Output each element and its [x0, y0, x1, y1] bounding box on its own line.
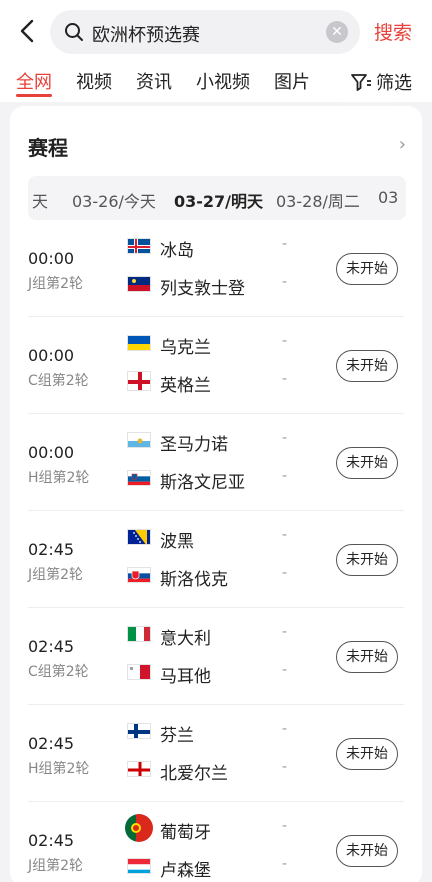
- away-score: -: [282, 856, 288, 872]
- bosnia-flag-icon: [127, 529, 151, 545]
- match-row[interactable]: 02:45 H组第2轮 芬兰 - 北爱尔兰 - 未开始: [10, 705, 422, 802]
- away-team: 英格兰: [160, 376, 211, 396]
- date-item[interactable]: 03-26/今天: [72, 188, 156, 212]
- home-team: 波黑: [160, 532, 194, 552]
- match-time: 00:00: [28, 249, 75, 268]
- filter-button[interactable]: 筛选: [344, 66, 412, 98]
- tab-all[interactable]: 全网: [16, 68, 52, 94]
- filter-label: 筛选: [376, 73, 412, 94]
- date-item[interactable]: 天: [32, 188, 48, 212]
- match-row[interactable]: 02:45 J组第2轮 葡萄牙 - 卢森堡 - 未开始: [10, 802, 422, 882]
- italy-flag-icon: [127, 626, 151, 642]
- home-team: 圣马力诺: [160, 435, 228, 455]
- date-item[interactable]: 03: [378, 188, 398, 207]
- search-box[interactable]: 欧洲杯预选赛 ✕: [50, 10, 360, 54]
- match-row[interactable]: 00:00 H组第2轮 圣马力诺 - 斯洛文尼亚 - 未开始: [10, 414, 422, 511]
- match-row[interactable]: 00:00 C组第2轮 乌克兰 - 英格兰 - 未开始: [10, 317, 422, 414]
- active-tab-indicator: [16, 94, 52, 97]
- schedule-title: 赛程: [28, 136, 68, 160]
- england-flag-icon: [127, 371, 151, 391]
- top-bar: 欧洲杯预选赛 ✕ 搜索: [0, 0, 432, 62]
- home-score: -: [282, 721, 288, 737]
- san-marino-flag-icon: [127, 432, 151, 448]
- match-time: 02:45: [28, 637, 75, 656]
- tab-news[interactable]: 资讯: [136, 68, 172, 94]
- match-time: 00:00: [28, 346, 75, 365]
- slovenia-flag-icon: [127, 470, 151, 486]
- match-status-button[interactable]: 未开始: [336, 641, 398, 673]
- match-status-button[interactable]: 未开始: [336, 350, 398, 382]
- match-round: C组第2轮: [28, 664, 89, 680]
- away-team: 北爱尔兰: [160, 764, 228, 784]
- match-time: 02:45: [28, 831, 75, 850]
- match-status-button[interactable]: 未开始: [336, 835, 398, 867]
- search-input[interactable]: 欧洲杯预选赛: [92, 21, 200, 47]
- away-score: -: [282, 371, 288, 387]
- date-item[interactable]: 03-28/周二: [276, 188, 360, 212]
- home-team: 乌克兰: [160, 338, 211, 358]
- chevron-left-icon: [20, 19, 34, 43]
- home-team: 冰岛: [160, 241, 194, 261]
- malta-flag-icon: [127, 664, 151, 680]
- schedule-card: 赛程 › 天 03-26/今天 03-27/明天 03-28/周二 03 00:…: [10, 106, 422, 882]
- match-status-button[interactable]: 未开始: [336, 253, 398, 285]
- luxembourg-flag-icon: [127, 858, 151, 874]
- match-status-button[interactable]: 未开始: [336, 738, 398, 770]
- match-row[interactable]: 02:45 C组第2轮 意大利 - 马耳他 - 未开始: [10, 608, 422, 705]
- match-status-button[interactable]: 未开始: [336, 544, 398, 576]
- slovakia-flag-icon: [127, 567, 151, 583]
- away-team: 斯洛伐克: [160, 570, 228, 590]
- match-time: 00:00: [28, 443, 75, 462]
- match-time: 02:45: [28, 734, 75, 753]
- ukraine-flag-icon: [127, 335, 151, 351]
- match-round: J组第2轮: [28, 276, 84, 292]
- home-score: -: [282, 624, 288, 640]
- away-score: -: [282, 274, 288, 290]
- portugal-flag-icon: [125, 814, 153, 842]
- filter-icon: [351, 74, 371, 91]
- home-team: 葡萄牙: [160, 823, 211, 843]
- date-selector: 天 03-26/今天 03-27/明天 03-28/周二 03: [28, 176, 406, 220]
- match-row[interactable]: 02:45 J组第2轮 波黑 - 斯洛伐克 - 未开始: [10, 511, 422, 608]
- away-team: 列支敦士登: [160, 279, 245, 299]
- match-round: J组第2轮: [28, 567, 84, 583]
- away-team: 卢森堡: [160, 861, 211, 881]
- tab-video[interactable]: 视频: [76, 68, 112, 94]
- liechtenstein-flag-icon: [127, 276, 151, 292]
- date-item-selected[interactable]: 03-27/明天: [174, 188, 263, 212]
- finland-flag-icon: [127, 723, 151, 739]
- away-score: -: [282, 662, 288, 678]
- home-score: -: [282, 236, 288, 252]
- away-team: 斯洛文尼亚: [160, 473, 245, 493]
- back-button[interactable]: [12, 16, 42, 46]
- search-button[interactable]: 搜索: [374, 18, 412, 45]
- match-round: C组第2轮: [28, 373, 89, 389]
- home-score: -: [282, 527, 288, 543]
- away-score: -: [282, 759, 288, 775]
- home-score: -: [282, 430, 288, 446]
- iceland-flag-icon: [127, 238, 151, 254]
- match-round: J组第2轮: [28, 858, 84, 874]
- away-score: -: [282, 468, 288, 484]
- match-status-button[interactable]: 未开始: [336, 447, 398, 479]
- home-score: -: [282, 333, 288, 349]
- match-round: H组第2轮: [28, 470, 90, 486]
- match-round: H组第2轮: [28, 761, 90, 777]
- tab-short-video[interactable]: 小视频: [196, 68, 250, 94]
- tab-images[interactable]: 图片: [274, 68, 310, 94]
- match-row[interactable]: 00:00 J组第2轮 冰岛 - 列支敦士登 - 未开始: [10, 220, 422, 317]
- away-score: -: [282, 565, 288, 581]
- home-team: 芬兰: [160, 726, 194, 746]
- match-time: 02:45: [28, 540, 75, 559]
- category-tabs: 全网 视频 资讯 小视频 图片 筛选: [0, 62, 432, 102]
- clear-icon[interactable]: ✕: [326, 21, 348, 43]
- chevron-right-icon[interactable]: ›: [399, 134, 406, 155]
- away-team: 马耳他: [160, 667, 211, 687]
- search-icon: [65, 23, 83, 41]
- home-score: -: [282, 818, 288, 834]
- northern-ireland-flag-icon: [127, 761, 151, 777]
- home-team: 意大利: [160, 629, 211, 649]
